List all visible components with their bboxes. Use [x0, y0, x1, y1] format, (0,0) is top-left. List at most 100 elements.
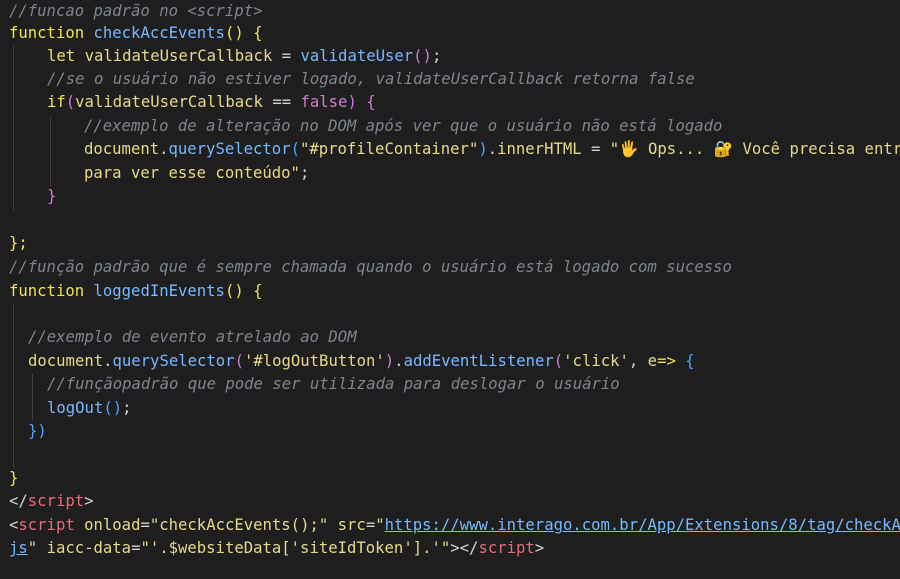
operator: = — [281, 47, 292, 65]
brace-open: { — [366, 93, 376, 111]
code-line-3: let validateUserCallback = validateUser(… — [47, 45, 441, 68]
code-line-22: </script> — [9, 490, 94, 513]
comment: //exemplo de alteração no DOM após ver q… — [84, 117, 723, 135]
attribute-value: "checkAccEvents();" — [149, 516, 329, 534]
tag-close: > — [534, 539, 545, 557]
comment: //funcao padrão no <script> — [9, 2, 263, 20]
paren-close: ) — [478, 140, 488, 158]
code-line-23: <script onload="checkAccEvents();" src="… — [9, 514, 900, 537]
brace-open: { — [253, 282, 263, 300]
code-line-16: document.querySelector('#logOutButton').… — [28, 350, 695, 373]
keyword-function: function — [9, 282, 85, 300]
indent-guide — [13, 46, 14, 210]
paren-open: ( — [234, 352, 244, 370]
keyword-if: if — [47, 93, 66, 111]
code-line-17: //funçãopadrão que pode ser utilizada pa… — [47, 373, 620, 396]
equals: = — [365, 516, 376, 534]
code-line-18: logOut(); — [47, 397, 132, 420]
comment: //função padrão que é sempre chamada qua… — [9, 258, 732, 276]
arrow-operator: => — [657, 352, 676, 370]
tag-open: </ — [9, 492, 28, 510]
url-link[interactable]: https://www.interago.com.br/App/Extensio… — [385, 516, 900, 534]
tag-name: script — [478, 539, 535, 557]
parens: () — [103, 399, 123, 417]
semicolon: ; — [122, 399, 132, 417]
string: '#logOutButton' — [243, 352, 385, 370]
dot: . — [487, 140, 498, 158]
tag-close: > — [84, 492, 94, 510]
code-line-24: js" iacc-data="'.$websiteData['siteIdTok… — [9, 537, 544, 560]
property: innerHTML — [497, 140, 582, 158]
tag-open: </ — [459, 539, 479, 557]
string: "#profileContainer" — [299, 140, 479, 158]
paren-close: ) — [347, 93, 357, 111]
code-line-11: }; — [9, 232, 28, 255]
operator: == — [272, 93, 292, 111]
tag-close: > — [450, 539, 460, 557]
variable-document: document — [28, 352, 104, 370]
tag-open: < — [9, 516, 19, 534]
code-line-19: }) — [28, 420, 47, 443]
indent-guide — [50, 117, 51, 187]
quote: " — [375, 516, 385, 534]
url-link-cont[interactable]: js — [9, 539, 28, 557]
parens: () — [224, 282, 244, 300]
code-line-7: document.querySelector("#profileContaine… — [84, 138, 900, 161]
paren-open: ( — [290, 140, 300, 158]
code-line-8: para ver esse conteúdo"; — [84, 162, 309, 185]
code-line-21: } — [9, 467, 18, 490]
brace-paren-close: }) — [28, 422, 47, 440]
comment: //se o usuário não estiver logado, valid… — [47, 70, 695, 88]
variable: validateUserCallback — [84, 47, 273, 65]
attribute-value: "'.$websiteData['siteIdToken'].'" — [140, 539, 451, 557]
attribute-name: onload — [84, 516, 141, 534]
code-line-4: //se o usuário não estiver logado, valid… — [47, 68, 695, 91]
function-name: checkAccEvents — [93, 24, 225, 42]
tag-name: script — [18, 516, 75, 534]
parameter: e — [647, 352, 658, 370]
function-call: validateUser — [300, 47, 414, 65]
operator: = — [591, 140, 601, 158]
code-line-1: //funcao padrão no <script> — [9, 0, 262, 23]
attribute-name: iacc-data — [46, 539, 132, 557]
code-line-5: if(validateUserCallback == false) { — [47, 91, 376, 114]
dot: . — [394, 352, 404, 370]
brace-open: { — [253, 24, 263, 42]
brace-close: } — [47, 187, 57, 205]
string: 'click' — [563, 352, 629, 370]
dot: . — [159, 140, 169, 158]
quote: " — [27, 539, 38, 557]
code-editor[interactable]: //funcao padrão no <script> function che… — [0, 0, 900, 579]
code-line-9: } — [47, 185, 56, 208]
equals: = — [140, 516, 150, 534]
code-line-13: function loggedInEvents() { — [9, 280, 263, 303]
function-name: loggedInEvents — [93, 282, 225, 300]
semicolon: ; — [299, 164, 310, 182]
variable: validateUserCallback — [75, 93, 263, 111]
keyword-function: function — [9, 24, 85, 42]
parens: () — [224, 24, 244, 42]
semicolon: ; — [431, 47, 442, 65]
brace-close-semi: }; — [9, 234, 28, 252]
tag-name: script — [27, 492, 85, 510]
comment: //funçãopadrão que pode ser utilizada pa… — [47, 375, 620, 393]
indent-guide — [13, 304, 14, 468]
code-line-15: //exemplo de evento atrelado ao DOM — [28, 326, 357, 349]
keyword-let: let — [47, 47, 76, 65]
paren-open: ( — [65, 93, 76, 111]
code-line-6: //exemplo de alteração no DOM após ver q… — [84, 115, 722, 138]
function-call: logOut — [47, 399, 104, 417]
brace-close: } — [9, 469, 19, 487]
variable-document: document — [84, 140, 160, 158]
paren-close: ) — [384, 352, 395, 370]
attribute-name: src — [337, 516, 366, 534]
paren-open: ( — [553, 352, 564, 370]
code-line-12: //função padrão que é sempre chamada qua… — [9, 256, 732, 279]
parens: () — [413, 47, 432, 65]
string: para ver esse conteúdo" — [84, 164, 300, 182]
boolean: false — [300, 93, 348, 111]
code-line-2: function checkAccEvents() { — [9, 22, 263, 45]
brace-open: { — [685, 352, 695, 370]
dot: . — [103, 352, 113, 370]
function-call: querySelector — [112, 352, 235, 370]
